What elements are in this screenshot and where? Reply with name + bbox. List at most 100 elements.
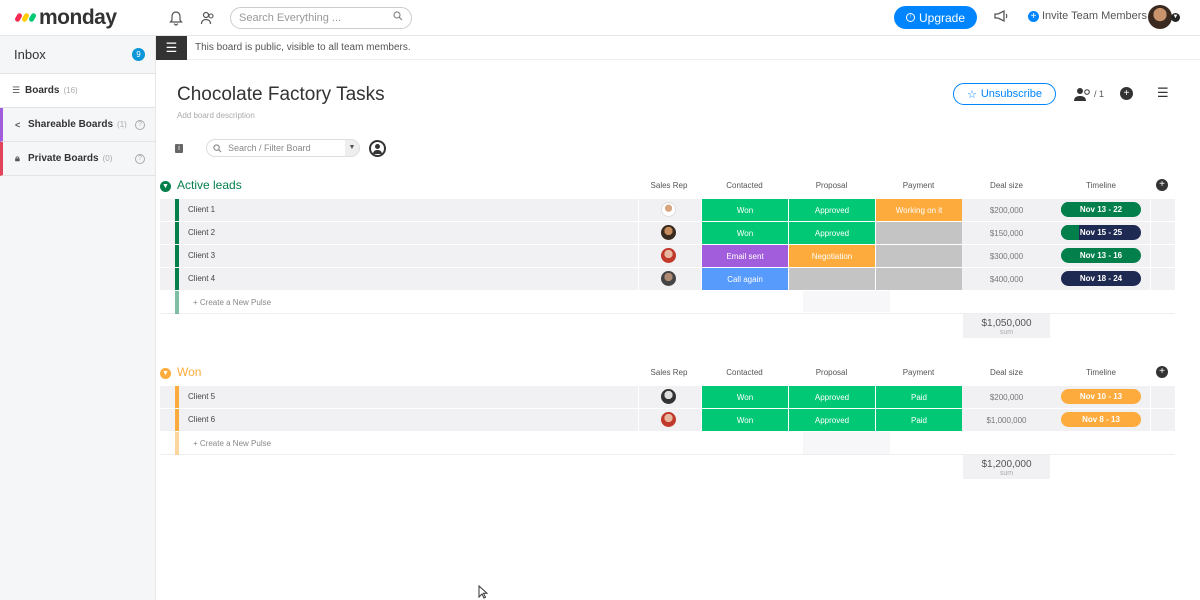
deal-size-cell[interactable]: $200,000 xyxy=(963,199,1050,221)
help-icon[interactable]: ? xyxy=(135,120,145,130)
help-icon[interactable]: ? xyxy=(135,154,145,164)
deal-size-cell[interactable]: $150,000 xyxy=(963,222,1050,244)
timeline-bar[interactable]: Nov 10 - 13 xyxy=(1061,389,1141,404)
people-icon[interactable] xyxy=(196,6,220,30)
table-row[interactable]: Client 1 Won Approved Working on it $200… xyxy=(160,199,1175,222)
chevron-down-icon[interactable]: ▼ xyxy=(160,181,171,192)
status-cell-contacted[interactable]: Won xyxy=(701,409,788,431)
row-name[interactable]: Client 3 xyxy=(188,251,215,260)
column-header-contacted[interactable]: Contacted xyxy=(701,181,788,190)
user-avatar[interactable] xyxy=(1148,5,1172,29)
column-header-proposal[interactable]: Proposal xyxy=(788,368,875,377)
upgrade-icon: ↑ xyxy=(905,13,915,22)
status-cell-payment[interactable]: Paid xyxy=(875,409,962,431)
column-header-timeline[interactable]: Timeline xyxy=(1061,181,1141,190)
sidebar-item-private-boards[interactable]: 🔒︎ Private Boards (0) ? xyxy=(0,142,155,176)
chevron-down-icon[interactable]: ▼ xyxy=(1171,13,1180,22)
row-name[interactable]: Client 4 xyxy=(188,274,215,283)
sales-rep-cell[interactable] xyxy=(638,409,700,431)
sales-rep-cell[interactable] xyxy=(638,199,700,221)
caret-down-icon[interactable]: ▼ xyxy=(345,140,359,156)
person-filter-icon[interactable] xyxy=(369,140,386,157)
status-cell-payment[interactable] xyxy=(875,245,962,267)
bell-icon[interactable] xyxy=(164,6,188,30)
timeline-bar[interactable]: Nov 13 - 22 xyxy=(1061,202,1141,217)
status-cell-proposal[interactable]: Approved xyxy=(788,199,875,221)
sales-rep-cell[interactable] xyxy=(638,222,700,244)
column-header-sales-rep[interactable]: Sales Rep xyxy=(638,181,700,190)
group-title[interactable]: Active leads xyxy=(177,178,242,192)
column-header-payment[interactable]: Payment xyxy=(875,181,962,190)
board-menu-icon[interactable]: ☰ xyxy=(1157,85,1169,101)
add-column-icon[interactable]: + xyxy=(1156,179,1168,191)
board-members-button[interactable]: / 1 xyxy=(1074,87,1104,101)
deal-size-cell[interactable]: $200,000 xyxy=(963,386,1050,408)
sidebar-item-shareable-boards[interactable]: < Shareable Boards (1) ? xyxy=(0,108,155,142)
group-header: ▼ Active leads Sales Rep Contacted Propo… xyxy=(160,177,1175,199)
chevron-down-icon[interactable]: ▼ xyxy=(160,368,171,379)
add-column-icon[interactable]: + xyxy=(1156,366,1168,378)
sales-rep-cell[interactable] xyxy=(638,386,700,408)
table-row[interactable]: Client 5 Won Approved Paid $200,000 Nov … xyxy=(160,386,1175,409)
megaphone-icon[interactable] xyxy=(992,7,1010,30)
status-cell-contacted[interactable]: Call again xyxy=(701,268,788,290)
info-icon[interactable]: i xyxy=(175,144,183,153)
row-name[interactable]: Client 1 xyxy=(188,205,215,214)
timeline-bar[interactable]: Nov 8 - 13 xyxy=(1061,412,1141,427)
table-row[interactable]: Client 3 Email sent Negotiation $300,000… xyxy=(160,245,1175,268)
row-name[interactable]: Client 6 xyxy=(188,415,215,424)
status-cell-contacted[interactable]: Won xyxy=(701,199,788,221)
status-cell-proposal[interactable] xyxy=(788,268,875,290)
unsubscribe-button[interactable]: ☆ Unsubscribe xyxy=(953,83,1056,105)
column-header-timeline[interactable]: Timeline xyxy=(1061,368,1141,377)
add-icon[interactable]: + xyxy=(1120,87,1133,100)
status-cell-payment[interactable]: Working on it xyxy=(875,199,962,221)
group-title[interactable]: Won xyxy=(177,365,201,379)
column-header-deal-size[interactable]: Deal size xyxy=(963,181,1050,190)
avatar xyxy=(661,271,676,286)
timeline-bar[interactable]: Nov 13 - 16 xyxy=(1061,248,1141,263)
hamburger-icon[interactable]: ☰ xyxy=(156,35,187,60)
timeline-bar[interactable]: Nov 18 - 24 xyxy=(1061,271,1141,286)
sidebar-item-inbox[interactable]: Inbox 9 xyxy=(0,36,155,74)
column-header-sales-rep[interactable]: Sales Rep xyxy=(638,368,700,377)
status-cell-proposal[interactable]: Approved xyxy=(788,409,875,431)
sidebar-item-count: (16) xyxy=(63,86,78,95)
column-header-contacted[interactable]: Contacted xyxy=(701,368,788,377)
sales-rep-cell[interactable] xyxy=(638,268,700,290)
create-new-pulse-row[interactable]: + Create a New Pulse xyxy=(160,432,1175,455)
status-cell-contacted[interactable]: Won xyxy=(701,222,788,244)
row-end-cell xyxy=(1150,199,1175,221)
group-header: ▼ Won Sales Rep Contacted Proposal Payme… xyxy=(160,364,1175,386)
row-name[interactable]: Client 2 xyxy=(188,228,215,237)
status-cell-proposal[interactable]: Approved xyxy=(788,222,875,244)
status-cell-payment[interactable] xyxy=(875,222,962,244)
status-cell-proposal[interactable]: Approved xyxy=(788,386,875,408)
deal-size-cell[interactable]: $300,000 xyxy=(963,245,1050,267)
sales-rep-cell[interactable] xyxy=(638,245,700,267)
timeline-bar[interactable]: Nov 15 - 25 xyxy=(1061,225,1141,240)
column-header-payment[interactable]: Payment xyxy=(875,368,962,377)
monday-logo[interactable]: monday xyxy=(0,0,156,36)
row-name[interactable]: Client 5 xyxy=(188,392,215,401)
upgrade-button[interactable]: ↑ Upgrade xyxy=(894,6,977,29)
table-row[interactable]: Client 2 Won Approved $150,000 Nov 15 - … xyxy=(160,222,1175,245)
status-cell-contacted[interactable]: Won xyxy=(701,386,788,408)
board-filter-input[interactable]: Search / Filter Board ▼ xyxy=(206,139,360,157)
sidebar-item-boards[interactable]: ☰ Boards (16) xyxy=(0,74,155,108)
column-header-deal-size[interactable]: Deal size xyxy=(963,368,1050,377)
invite-team-members-button[interactable]: + Invite Team Members xyxy=(1028,10,1147,22)
board-title[interactable]: Chocolate Factory Tasks xyxy=(177,84,385,106)
status-cell-payment[interactable]: Paid xyxy=(875,386,962,408)
create-new-pulse-row[interactable]: + Create a New Pulse xyxy=(160,291,1175,314)
column-header-proposal[interactable]: Proposal xyxy=(788,181,875,190)
deal-size-cell[interactable]: $1,000,000 xyxy=(963,409,1050,431)
global-search-input[interactable]: Search Everything ... xyxy=(230,6,412,29)
status-cell-contacted[interactable]: Email sent xyxy=(701,245,788,267)
status-cell-proposal[interactable]: Negotiation xyxy=(788,245,875,267)
board-description[interactable]: Add board description xyxy=(177,111,255,120)
table-row[interactable]: Client 6 Won Approved Paid $1,000,000 No… xyxy=(160,409,1175,432)
table-row[interactable]: Client 4 Call again $400,000 Nov 18 - 24 xyxy=(160,268,1175,291)
deal-size-cell[interactable]: $400,000 xyxy=(963,268,1050,290)
status-cell-payment[interactable] xyxy=(875,268,962,290)
